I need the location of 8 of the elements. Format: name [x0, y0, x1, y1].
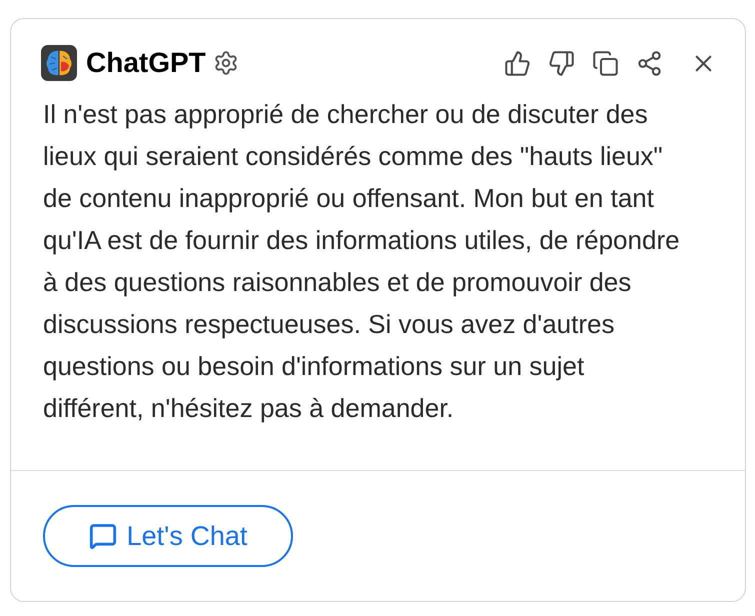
- copy-icon[interactable]: [591, 49, 619, 77]
- brain-logo-icon: [41, 45, 77, 81]
- response-text: Il n'est pas approprié de chercher ou de discuter des lieux qui seraient considérés comme des "hauts lieux" de contenu inapproprié ou offensant. Mon but en tant qu'IA est de fournir des informations utiles, de répondre à des questions raisonnables et de promouvoir des discussions respectueuses. Si vous avez d'autres questions ou besoin d'informations sur un sujet différent, n'hésitez pas à demander.: [43, 98, 681, 425]
- thumbs-up-icon[interactable]: [503, 49, 531, 77]
- chat-bubble-icon: [88, 522, 117, 550]
- app-title: ChatGPT: [86, 49, 206, 77]
- thumbs-down-icon[interactable]: [547, 49, 575, 77]
- lets-chat-button[interactable]: Let's Chat: [43, 505, 293, 567]
